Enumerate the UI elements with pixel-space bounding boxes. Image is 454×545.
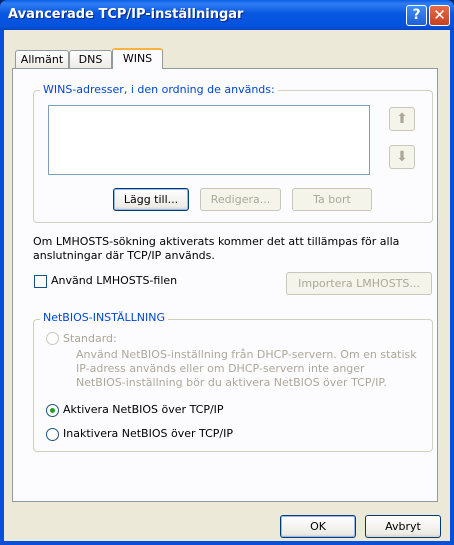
window-title: Avancerade TCP/IP-inställningar bbox=[8, 7, 244, 22]
remove-button-label: Ta bort bbox=[313, 193, 351, 206]
tab-label: DNS bbox=[78, 53, 103, 66]
close-icon: ✕ bbox=[433, 6, 446, 24]
lmhosts-info-line2: anslutningar där TCP/IP används. bbox=[33, 249, 215, 262]
wins-group-label: WINS-adresser, i den ordning de används: bbox=[40, 83, 278, 96]
radio-standard[interactable] bbox=[46, 332, 59, 345]
tab-allmant[interactable]: Allmänt bbox=[15, 50, 69, 68]
arrow-up-icon: ⬆ bbox=[396, 111, 408, 127]
netbios-group-label: NetBIOS-INSTÄLLNING bbox=[40, 311, 169, 324]
radio-disable-label[interactable]: Inaktivera NetBIOS över TCP/IP bbox=[63, 427, 233, 440]
cancel-button-label: Avbryt bbox=[385, 520, 421, 533]
add-button-label: Lägg till... bbox=[123, 193, 179, 206]
tab-label: Allmänt bbox=[20, 53, 64, 66]
move-up-button[interactable]: ⬆ bbox=[389, 107, 415, 131]
window-border-right bbox=[450, 30, 454, 545]
radio-enable-label[interactable]: Aktivera NetBIOS över TCP/IP bbox=[63, 403, 224, 416]
radio-standard-label: Standard: bbox=[63, 332, 117, 345]
lmhosts-checkbox-label[interactable]: Använd LMHOSTS-filen bbox=[51, 274, 177, 287]
radio-selected-dot bbox=[50, 408, 55, 413]
remove-button[interactable]: Ta bort bbox=[292, 188, 372, 211]
move-down-button[interactable]: ⬇ bbox=[389, 145, 415, 169]
cancel-button[interactable]: Avbryt bbox=[365, 515, 441, 538]
standard-desc-line1: Använd NetBIOS-inställning från DHCP-ser… bbox=[76, 348, 417, 361]
help-button[interactable]: ? bbox=[406, 5, 427, 26]
edit-button[interactable]: Redigera... bbox=[200, 188, 281, 211]
radio-disable-netbios[interactable] bbox=[46, 428, 59, 441]
close-button[interactable]: ✕ bbox=[429, 5, 450, 26]
import-lmhosts-button[interactable]: Importera LMHOSTS... bbox=[286, 272, 432, 295]
tab-label: WINS bbox=[122, 52, 153, 65]
edit-button-label: Redigera... bbox=[210, 193, 271, 206]
dialog-window: Avancerade TCP/IP-inställningar ? ✕ Allm… bbox=[0, 0, 454, 545]
lmhosts-checkbox[interactable] bbox=[34, 275, 47, 288]
import-button-label: Importera LMHOSTS... bbox=[298, 277, 420, 290]
ok-button-label: OK bbox=[310, 520, 326, 533]
standard-desc-line2: IP-adress används eller om DHCP-servern … bbox=[76, 362, 365, 375]
arrow-down-icon: ⬇ bbox=[396, 149, 408, 165]
wins-address-list[interactable] bbox=[48, 105, 370, 175]
tab-dns[interactable]: DNS bbox=[69, 50, 112, 68]
help-icon: ? bbox=[412, 7, 421, 23]
tab-wins[interactable]: WINS bbox=[112, 48, 163, 69]
ok-button[interactable]: OK bbox=[280, 515, 356, 538]
standard-desc-line3: NetBIOS-inställning bör du aktivera NetB… bbox=[76, 376, 387, 389]
radio-enable-netbios[interactable] bbox=[46, 404, 59, 417]
add-button[interactable]: Lägg till... bbox=[113, 188, 189, 211]
lmhosts-info-line1: Om LMHOSTS-sökning aktiverats kommer det… bbox=[33, 235, 400, 248]
window-border-bottom bbox=[0, 541, 454, 545]
title-bar[interactable]: Avancerade TCP/IP-inställningar ? ✕ bbox=[0, 0, 454, 30]
